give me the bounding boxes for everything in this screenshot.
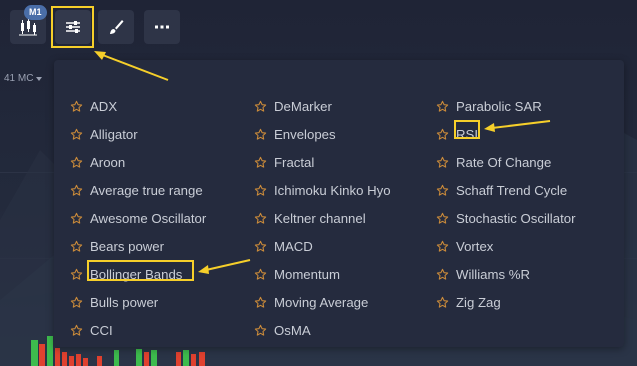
indicator-label: Vortex (456, 238, 494, 254)
star-icon[interactable] (254, 268, 267, 281)
indicator-item[interactable]: Parabolic SAR (436, 92, 575, 120)
star-icon[interactable] (254, 240, 267, 253)
indicators-panel: ADX Alligator Aroon Average true range Aweso… (54, 60, 624, 347)
indicator-item[interactable]: CCI (70, 316, 206, 344)
indicator-item[interactable]: MACD (254, 232, 391, 260)
indicator-label: Moving Average (274, 294, 369, 310)
indicator-label: ADX (90, 98, 118, 114)
indicator-item[interactable]: Momentum (254, 260, 391, 288)
star-icon[interactable] (70, 100, 83, 113)
star-icon[interactable] (436, 212, 449, 225)
star-icon[interactable] (254, 296, 267, 309)
indicators-column-1: ADX Alligator Aroon Average true range Aweso… (70, 92, 206, 344)
indicator-item[interactable]: Ichimoku Kinko Hyo (254, 176, 391, 204)
indicator-label: Bulls power (90, 294, 159, 310)
indicator-label: Bollinger Bands (90, 266, 183, 282)
star-icon[interactable] (254, 128, 267, 141)
candle (39, 344, 45, 366)
star-icon[interactable] (70, 296, 83, 309)
candle (199, 352, 205, 366)
candle (83, 358, 88, 366)
indicator-label: Aroon (90, 154, 126, 170)
candle (191, 354, 196, 366)
indicator-item[interactable]: OsMA (254, 316, 391, 344)
star-icon[interactable] (436, 100, 449, 113)
star-icon[interactable] (254, 184, 267, 197)
candle (47, 336, 53, 366)
star-icon[interactable] (254, 212, 267, 225)
indicator-label: Stochastic Oscillator (456, 210, 576, 226)
indicator-item[interactable]: Rate Of Change (436, 148, 575, 176)
indicator-label: DeMarker (274, 98, 332, 114)
indicator-label: Williams %R (456, 266, 530, 282)
star-icon[interactable] (436, 240, 449, 253)
candle (97, 356, 102, 366)
star-icon[interactable] (70, 184, 83, 197)
star-icon[interactable] (70, 268, 83, 281)
candle (144, 352, 149, 366)
candle (69, 356, 74, 366)
indicators-column-2: DeMarker Envelopes Fractal Ichimoku Kinko H… (254, 92, 391, 344)
indicator-label: Ichimoku Kinko Hyo (274, 182, 391, 198)
star-icon[interactable] (70, 156, 83, 169)
indicator-label: MACD (274, 238, 313, 254)
indicator-item[interactable]: Bulls power (70, 288, 206, 316)
indicator-item[interactable]: DeMarker (254, 92, 391, 120)
candle (76, 354, 81, 366)
indicator-item[interactable]: Bollinger Bands (70, 260, 206, 288)
star-icon[interactable] (436, 296, 449, 309)
candle (31, 340, 38, 366)
candle (62, 352, 67, 366)
indicator-item[interactable]: Envelopes (254, 120, 391, 148)
indicator-label: Parabolic SAR (456, 98, 542, 114)
star-icon[interactable] (70, 240, 83, 253)
indicator-label: Envelopes (274, 126, 336, 142)
star-icon[interactable] (436, 184, 449, 197)
indicator-item[interactable]: Fractal (254, 148, 391, 176)
star-icon[interactable] (436, 128, 449, 141)
indicator-item[interactable]: Alligator (70, 120, 206, 148)
indicator-item[interactable]: Zig Zag (436, 288, 575, 316)
star-icon[interactable] (70, 212, 83, 225)
indicator-label: Zig Zag (456, 294, 501, 310)
indicator-label: Bears power (90, 238, 165, 254)
candle (114, 350, 119, 366)
indicator-item[interactable]: Awesome Oscillator (70, 204, 206, 232)
star-icon[interactable] (436, 156, 449, 169)
indicator-item[interactable]: Average true range (70, 176, 206, 204)
indicator-item[interactable]: Schaff Trend Cycle (436, 176, 575, 204)
candle (136, 349, 142, 366)
indicators-column-3: Parabolic SAR RSI Rate Of Change Schaff Tre… (436, 92, 575, 316)
indicator-item[interactable]: Stochastic Oscillator (436, 204, 575, 232)
indicator-item[interactable]: Bears power (70, 232, 206, 260)
indicator-label: Schaff Trend Cycle (456, 182, 568, 198)
candle (55, 348, 60, 366)
star-icon[interactable] (254, 156, 267, 169)
indicator-item[interactable]: Vortex (436, 232, 575, 260)
indicator-item[interactable]: Moving Average (254, 288, 391, 316)
candle (151, 350, 157, 366)
indicator-label: Fractal (274, 154, 315, 170)
indicator-label: RSI (456, 126, 478, 142)
star-icon[interactable] (70, 324, 83, 337)
star-icon[interactable] (254, 100, 267, 113)
indicator-item[interactable]: Williams %R (436, 260, 575, 288)
candle (183, 350, 189, 366)
indicator-label: OsMA (274, 322, 311, 338)
indicator-item[interactable]: ADX (70, 92, 206, 120)
indicator-label: Rate Of Change (456, 154, 552, 170)
candle (176, 352, 181, 366)
indicator-label: Awesome Oscillator (90, 210, 207, 226)
indicator-label: CCI (90, 322, 113, 338)
star-icon[interactable] (254, 324, 267, 337)
indicator-label: Keltner channel (274, 210, 366, 226)
indicator-item[interactable]: Aroon (70, 148, 206, 176)
star-icon[interactable] (70, 128, 83, 141)
indicator-label: Alligator (90, 126, 138, 142)
indicator-label: Average true range (90, 182, 203, 198)
indicator-item[interactable]: Keltner channel (254, 204, 391, 232)
indicator-item[interactable]: RSI (436, 120, 575, 148)
indicator-label: Momentum (274, 266, 340, 282)
star-icon[interactable] (436, 268, 449, 281)
